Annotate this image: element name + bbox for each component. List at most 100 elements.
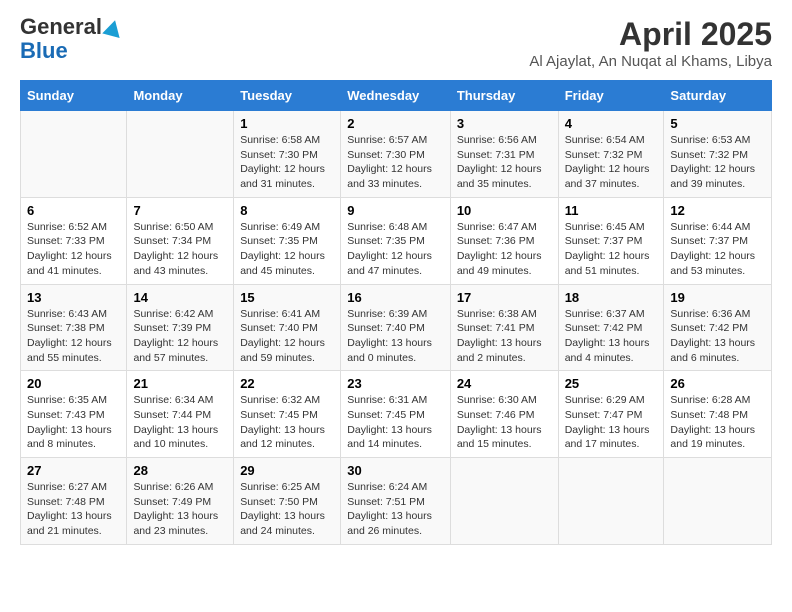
calendar-cell: 26 Sunrise: 6:28 AM Sunset: 7:48 PM Dayli… [664,371,772,458]
day-number: 2 [347,116,444,131]
calendar-cell [558,458,664,545]
calendar-week-row: 20Sunrise: 6:35 AM Sunset: 7:43 PM Dayli… [21,371,772,458]
day-number: 20 [27,376,120,391]
calendar-cell: 12Sunrise: 6:44 AM Sunset: 7:37 PM Dayli… [664,197,772,284]
calendar-cell: 5Sunrise: 6:53 AM Sunset: 7:32 PM Daylig… [664,111,772,198]
day-number: 22 [240,376,334,391]
calendar-cell: 22 Sunrise: 6:32 AM Sunset: 7:45 PM Dayli… [234,371,341,458]
day-number: 26 [670,376,765,391]
calendar-cell: 8 Sunrise: 6:49 AM Sunset: 7:35 PM Daylig… [234,197,341,284]
day-info: Sunrise: 6:54 AM Sunset: 7:32 PM Dayligh… [565,133,658,192]
calendar-cell: 29 Sunrise: 6:25 AM Sunset: 7:50 PM Dayli… [234,458,341,545]
calendar-cell [127,111,234,198]
day-number: 24 [457,376,552,391]
calendar-cell: 11 Sunrise: 6:45 AM Sunset: 7:37 PM Dayli… [558,197,664,284]
day-info: Sunrise: 6:25 AM Sunset: 7:50 PM Dayligh… [240,480,334,539]
day-info: Sunrise: 6:50 AM Sunset: 7:34 PM Dayligh… [133,220,227,279]
day-number: 29 [240,463,334,478]
day-info: Sunrise: 6:28 AM Sunset: 7:48 PM Dayligh… [670,393,765,452]
day-number: 16 [347,290,444,305]
day-number: 17 [457,290,552,305]
day-info: Sunrise: 6:52 AM Sunset: 7:33 PM Dayligh… [27,220,120,279]
calendar-cell: 1 Sunrise: 6:58 AM Sunset: 7:30 PM Daylig… [234,111,341,198]
logo-triangle-icon [102,18,124,38]
day-number: 23 [347,376,444,391]
calendar-header: SundayMondayTuesdayWednesdayThursdayFrid… [21,81,772,111]
day-header-saturday: Saturday [664,81,772,111]
day-number: 30 [347,463,444,478]
day-info: Sunrise: 6:45 AM Sunset: 7:37 PM Dayligh… [565,220,658,279]
day-number: 8 [240,203,334,218]
calendar-table: SundayMondayTuesdayWednesdayThursdayFrid… [20,80,772,545]
calendar-cell: 20Sunrise: 6:35 AM Sunset: 7:43 PM Dayli… [21,371,127,458]
calendar-cell: 7 Sunrise: 6:50 AM Sunset: 7:34 PM Daylig… [127,197,234,284]
calendar-cell: 17 Sunrise: 6:38 AM Sunset: 7:41 PM Dayli… [450,284,558,371]
day-number: 14 [133,290,227,305]
day-info: Sunrise: 6:32 AM Sunset: 7:45 PM Dayligh… [240,393,334,452]
day-number: 25 [565,376,658,391]
day-info: Sunrise: 6:43 AM Sunset: 7:38 PM Dayligh… [27,307,120,366]
calendar-cell: 16Sunrise: 6:39 AM Sunset: 7:40 PM Dayli… [341,284,451,371]
day-info: Sunrise: 6:27 AM Sunset: 7:48 PM Dayligh… [27,480,120,539]
logo-blue-text: Blue [20,38,68,64]
day-number: 18 [565,290,658,305]
day-header-row: SundayMondayTuesdayWednesdayThursdayFrid… [21,81,772,111]
calendar-cell: 21 Sunrise: 6:34 AM Sunset: 7:44 PM Dayli… [127,371,234,458]
calendar-cell: 15 Sunrise: 6:41 AM Sunset: 7:40 PM Dayli… [234,284,341,371]
day-number: 10 [457,203,552,218]
day-number: 4 [565,116,658,131]
day-number: 28 [133,463,227,478]
day-info: Sunrise: 6:29 AM Sunset: 7:47 PM Dayligh… [565,393,658,452]
day-header-wednesday: Wednesday [341,81,451,111]
day-header-monday: Monday [127,81,234,111]
day-number: 27 [27,463,120,478]
calendar-cell: 4 Sunrise: 6:54 AM Sunset: 7:32 PM Daylig… [558,111,664,198]
day-info: Sunrise: 6:34 AM Sunset: 7:44 PM Dayligh… [133,393,227,452]
day-info: Sunrise: 6:41 AM Sunset: 7:40 PM Dayligh… [240,307,334,366]
day-number: 9 [347,203,444,218]
day-info: Sunrise: 6:24 AM Sunset: 7:51 PM Dayligh… [347,480,444,539]
header: General Blue April 2025 Al Ajaylat, An N… [20,16,772,70]
day-info: Sunrise: 6:56 AM Sunset: 7:31 PM Dayligh… [457,133,552,192]
calendar-body: 1 Sunrise: 6:58 AM Sunset: 7:30 PM Daylig… [21,111,772,545]
calendar-cell: 6 Sunrise: 6:52 AM Sunset: 7:33 PM Daylig… [21,197,127,284]
calendar-cell: 2 Sunrise: 6:57 AM Sunset: 7:30 PM Daylig… [341,111,451,198]
day-info: Sunrise: 6:57 AM Sunset: 7:30 PM Dayligh… [347,133,444,192]
calendar-cell: 27 Sunrise: 6:27 AM Sunset: 7:48 PM Dayli… [21,458,127,545]
day-info: Sunrise: 6:26 AM Sunset: 7:49 PM Dayligh… [133,480,227,539]
calendar-cell: 28 Sunrise: 6:26 AM Sunset: 7:49 PM Dayli… [127,458,234,545]
day-info: Sunrise: 6:37 AM Sunset: 7:42 PM Dayligh… [565,307,658,366]
logo: General Blue [20,16,122,64]
day-info: Sunrise: 6:44 AM Sunset: 7:37 PM Dayligh… [670,220,765,279]
calendar-week-row: 13Sunrise: 6:43 AM Sunset: 7:38 PM Dayli… [21,284,772,371]
day-info: Sunrise: 6:49 AM Sunset: 7:35 PM Dayligh… [240,220,334,279]
day-info: Sunrise: 6:31 AM Sunset: 7:45 PM Dayligh… [347,393,444,452]
day-info: Sunrise: 6:30 AM Sunset: 7:46 PM Dayligh… [457,393,552,452]
day-number: 6 [27,203,120,218]
day-number: 19 [670,290,765,305]
day-number: 21 [133,376,227,391]
calendar-cell [450,458,558,545]
day-info: Sunrise: 6:48 AM Sunset: 7:35 PM Dayligh… [347,220,444,279]
calendar-cell: 23 Sunrise: 6:31 AM Sunset: 7:45 PM Dayli… [341,371,451,458]
title-area: April 2025 Al Ajaylat, An Nuqat al Khams… [529,16,772,70]
calendar-cell: 24 Sunrise: 6:30 AM Sunset: 7:46 PM Dayli… [450,371,558,458]
day-number: 5 [670,116,765,131]
calendar-cell: 19Sunrise: 6:36 AM Sunset: 7:42 PM Dayli… [664,284,772,371]
calendar-cell: 9 Sunrise: 6:48 AM Sunset: 7:35 PM Daylig… [341,197,451,284]
page-title: April 2025 [529,16,772,53]
calendar-cell: 30 Sunrise: 6:24 AM Sunset: 7:51 PM Dayli… [341,458,451,545]
calendar-cell: 25 Sunrise: 6:29 AM Sunset: 7:47 PM Dayli… [558,371,664,458]
day-number: 11 [565,203,658,218]
day-header-thursday: Thursday [450,81,558,111]
day-info: Sunrise: 6:38 AM Sunset: 7:41 PM Dayligh… [457,307,552,366]
calendar-week-row: 1 Sunrise: 6:58 AM Sunset: 7:30 PM Daylig… [21,111,772,198]
calendar-cell: 18 Sunrise: 6:37 AM Sunset: 7:42 PM Dayli… [558,284,664,371]
day-number: 1 [240,116,334,131]
calendar-cell [21,111,127,198]
day-header-friday: Friday [558,81,664,111]
day-header-sunday: Sunday [21,81,127,111]
day-number: 7 [133,203,227,218]
day-info: Sunrise: 6:58 AM Sunset: 7:30 PM Dayligh… [240,133,334,192]
day-number: 15 [240,290,334,305]
